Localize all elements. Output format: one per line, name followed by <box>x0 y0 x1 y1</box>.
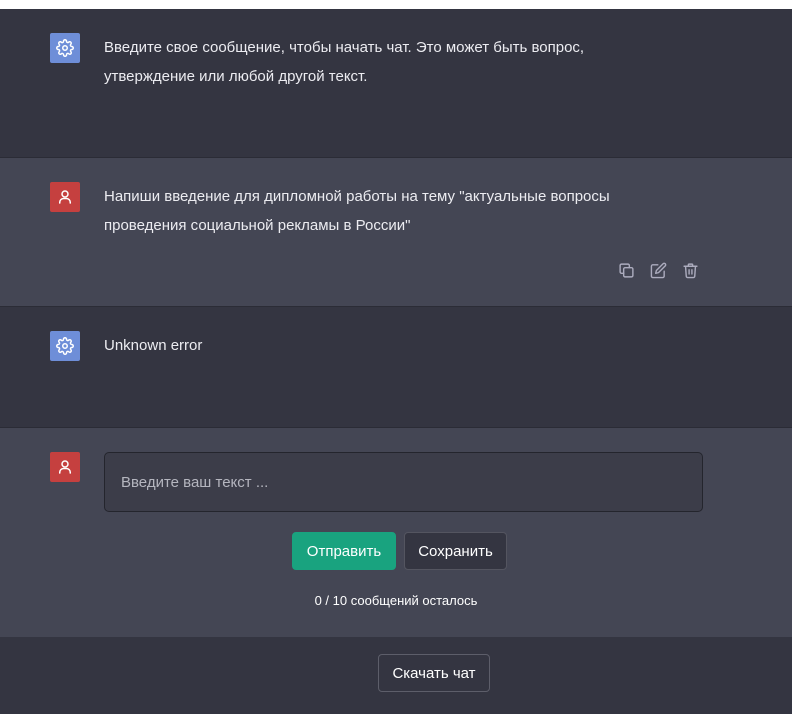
message-text: Введите свое сообщение, чтобы начать чат… <box>104 33 704 91</box>
message-text: Напиши введение для дипломной работы на … <box>104 182 704 240</box>
gear-icon <box>56 337 74 355</box>
composer: Отправить Сохранить 0 / 10 сообщений ост… <box>0 428 792 637</box>
message-line: утверждение или любой другой текст. <box>104 68 368 85</box>
messages-remaining-counter: 0 / 10 сообщений осталось <box>314 593 478 608</box>
chat-page: Введите свое сообщение, чтобы начать чат… <box>0 9 792 714</box>
message-line: проведения социальной рекламы в России" <box>104 217 411 234</box>
message-text: Unknown error <box>104 331 704 360</box>
save-button[interactable]: Сохранить <box>404 532 507 570</box>
error-message: Unknown error <box>104 337 203 354</box>
user-avatar <box>50 452 80 482</box>
user-avatar <box>50 182 80 212</box>
user-icon <box>59 190 71 204</box>
message-line: Напиши введение для дипломной работы на … <box>104 188 610 205</box>
message-row-user: Напиши введение для дипломной работы на … <box>0 158 792 306</box>
trash-icon[interactable] <box>682 262 699 279</box>
bot-avatar <box>50 33 80 63</box>
send-button[interactable]: Отправить <box>292 532 396 570</box>
message-input[interactable] <box>104 452 703 512</box>
download-chat-button[interactable]: Скачать чат <box>378 654 490 692</box>
edit-icon[interactable] <box>650 262 667 279</box>
message-row-bot: Unknown error <box>0 307 792 427</box>
footer: Скачать чат <box>0 637 792 714</box>
bot-avatar <box>50 331 80 361</box>
message-line: Введите свое сообщение, чтобы начать чат… <box>104 39 585 56</box>
gear-icon <box>56 39 74 57</box>
message-row-bot: Введите свое сообщение, чтобы начать чат… <box>0 9 792 157</box>
message-actions <box>618 262 699 279</box>
user-icon <box>59 460 71 474</box>
copy-icon[interactable] <box>618 262 635 279</box>
